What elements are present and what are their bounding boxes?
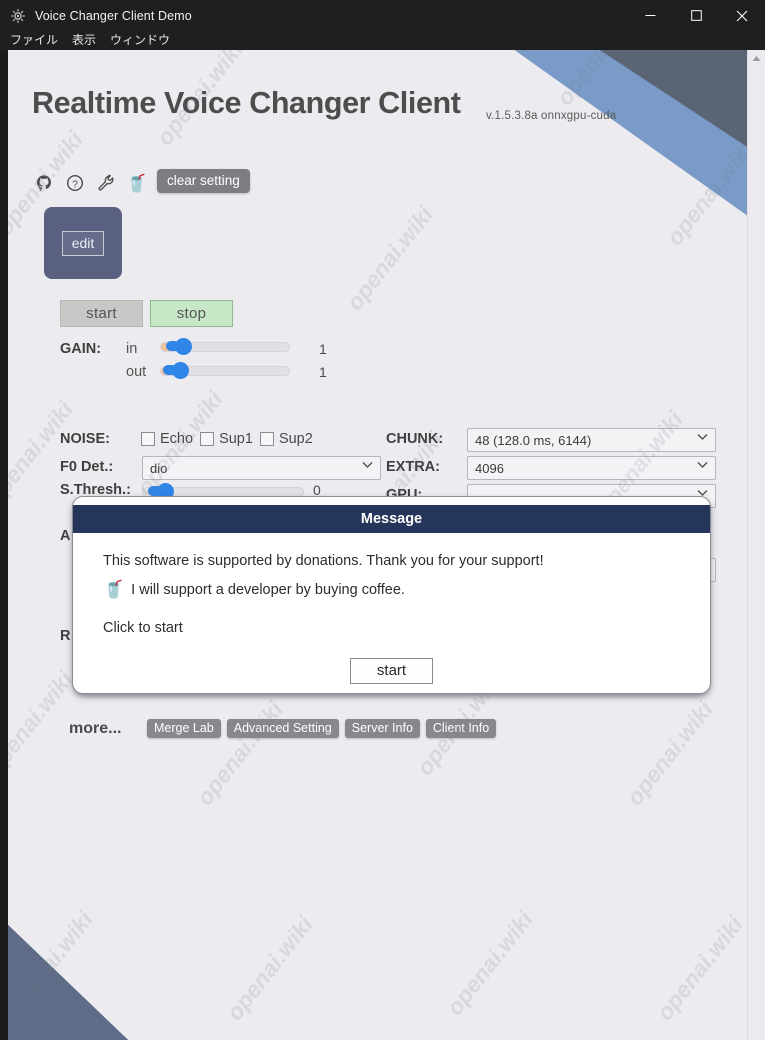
coffee-cup-icon[interactable]: 🥤	[126, 172, 148, 194]
noise-echo-label: Echo	[160, 431, 194, 447]
wrench-icon[interactable]	[95, 172, 117, 194]
noise-checkbox-row: Echo Sup1 Sup2	[141, 431, 313, 447]
f0det-label: F0 Det.:	[60, 459, 114, 475]
advanced-setting-button[interactable]: Advanced Setting	[226, 719, 339, 738]
dialog-line-coffee: 🥤 I will support a developer by buying c…	[103, 581, 680, 598]
character-thumbnail[interactable]: edit	[44, 207, 122, 279]
clear-setting-button[interactable]: clear setting	[157, 169, 250, 193]
dialog-line-click-to-start: Click to start	[103, 620, 680, 636]
extra-label: EXTRA:	[386, 459, 440, 475]
gain-out-value: 1	[319, 364, 327, 380]
f0det-value: dio	[150, 460, 168, 476]
more-buttons: Merge Lab Advanced Setting Server Info C…	[147, 719, 497, 738]
checkbox-box-sup2[interactable]	[259, 432, 274, 446]
recording-row-label: R	[60, 628, 71, 644]
scroll-up-arrow-icon[interactable]	[748, 50, 765, 67]
dialog-click-text: Click to start	[103, 620, 183, 636]
chevron-down-icon[interactable]	[697, 461, 708, 469]
gain-out-slider[interactable]	[160, 361, 290, 379]
dialog-title: Message	[73, 505, 710, 533]
chunk-select[interactable]: 48 (128.0 ms, 6144)	[467, 428, 716, 452]
start-button[interactable]: start	[60, 300, 143, 327]
vertical-scrollbar[interactable]	[747, 50, 765, 1040]
version-label: v.1.5.3.8a onnxgpu-cuda	[486, 110, 617, 122]
header-icon-row: ? 🥤	[33, 172, 148, 194]
window-title: Voice Changer Client Demo	[35, 8, 192, 23]
noise-label: NOISE:	[60, 431, 110, 447]
menu-item-window[interactable]: ウィンドウ	[103, 31, 177, 50]
noise-sup1-checkbox[interactable]: Sup1	[200, 431, 253, 447]
f0det-select[interactable]: dio	[142, 456, 381, 480]
gain-in-label: in	[126, 341, 138, 357]
app-gear-icon	[10, 8, 26, 24]
client-info-button[interactable]: Client Info	[425, 719, 497, 738]
dialog-body: This software is supported by donations.…	[73, 533, 710, 636]
noise-sup1-label: Sup1	[219, 431, 253, 447]
minimize-button[interactable]	[627, 0, 673, 31]
message-dialog: Message This software is supported by do…	[72, 496, 711, 694]
chevron-down-icon[interactable]	[362, 461, 373, 469]
dialog-footer: start	[73, 658, 710, 684]
github-icon[interactable]	[33, 172, 55, 194]
question-circle-icon[interactable]: ?	[64, 172, 86, 194]
chunk-label: CHUNK:	[386, 431, 444, 447]
dialog-line-donation: This software is supported by donations.…	[103, 553, 680, 569]
menu-bar: ファイル 表示 ウィンドウ	[0, 31, 765, 50]
coffee-cup-icon[interactable]: 🥤	[103, 581, 124, 598]
gain-in-slider-thumb[interactable]	[166, 337, 192, 355]
stop-button[interactable]: stop	[150, 300, 233, 327]
noise-sup2-checkbox[interactable]: Sup2	[259, 431, 313, 447]
dialog-start-button[interactable]: start	[349, 658, 434, 684]
edit-button[interactable]: edit	[61, 230, 105, 256]
dialog-donation-text: This software is supported by donations.…	[103, 553, 544, 569]
checkbox-box-sup1[interactable]	[200, 432, 215, 446]
noise-sup2-label: Sup2	[278, 431, 313, 447]
close-button[interactable]	[719, 0, 765, 31]
gain-label: GAIN:	[60, 341, 102, 357]
noise-echo-checkbox[interactable]: Echo	[141, 431, 193, 447]
chunk-value: 48 (128.0 ms, 6144)	[475, 432, 592, 448]
gain-out-label: out	[126, 364, 147, 380]
chevron-down-icon[interactable]	[697, 433, 708, 441]
svg-text:?: ?	[72, 179, 78, 190]
more-label: more...	[69, 720, 122, 737]
gain-in-value: 1	[319, 341, 327, 357]
app-viewport: Realtime Voice Changer Client v.1.5.3.8a…	[8, 50, 765, 1040]
menu-item-file[interactable]: ファイル	[3, 31, 65, 50]
extra-value: 4096	[475, 460, 504, 476]
page-title: Realtime Voice Changer Client	[32, 86, 461, 120]
app-window: Voice Changer Client Demo ファイル 表示 ウィンドウ …	[0, 0, 765, 1040]
audio-row-label: A	[60, 528, 71, 544]
merge-lab-button[interactable]: Merge Lab	[147, 719, 221, 738]
extra-select[interactable]: 4096	[467, 456, 716, 480]
maximize-button[interactable]	[673, 0, 719, 31]
menu-item-view[interactable]: 表示	[65, 31, 103, 50]
server-info-button[interactable]: Server Info	[344, 719, 420, 738]
title-bar: Voice Changer Client Demo	[0, 0, 765, 31]
gain-out-slider-thumb[interactable]	[163, 361, 189, 379]
dialog-coffee-text[interactable]: I will support a developer by buying cof…	[131, 582, 405, 598]
checkbox-box-echo[interactable]	[141, 432, 155, 446]
gain-in-slider[interactable]	[160, 337, 290, 355]
